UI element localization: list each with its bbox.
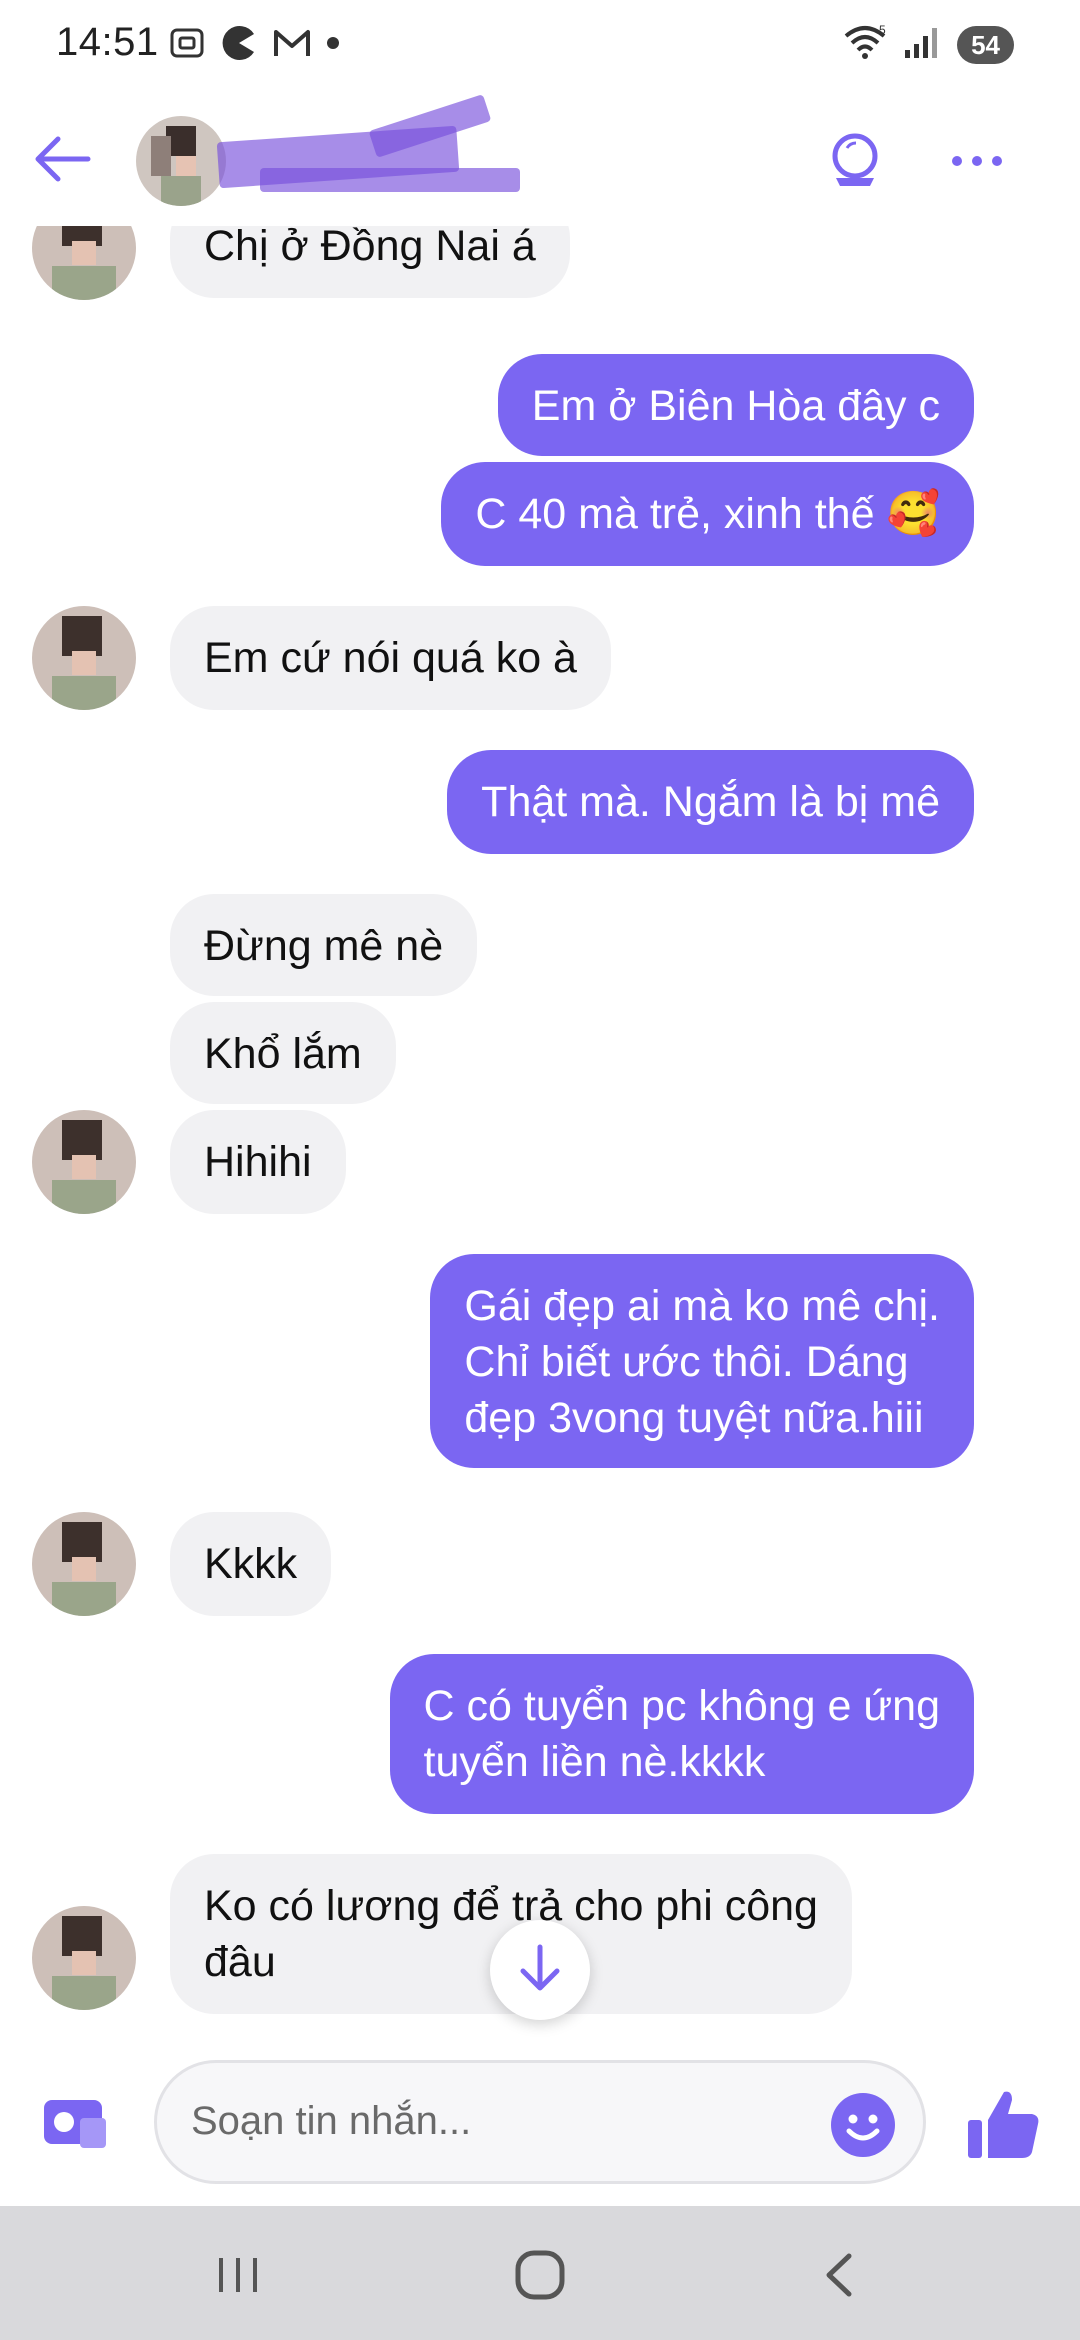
back-arrow-icon[interactable] bbox=[28, 124, 98, 194]
camera-icon[interactable] bbox=[40, 2090, 112, 2154]
more-icon[interactable] bbox=[942, 126, 1012, 196]
message-incoming[interactable]: Hihihi bbox=[170, 1110, 346, 1214]
svg-text:5: 5 bbox=[879, 23, 886, 37]
scroll-to-bottom-button[interactable] bbox=[490, 1920, 590, 2020]
pacman-app-icon bbox=[220, 24, 258, 67]
arrow-down-icon bbox=[513, 1941, 567, 2000]
message-input[interactable]: Soạn tin nhắn... bbox=[154, 2060, 926, 2184]
composer-bar: Soạn tin nhắn... bbox=[0, 2040, 1080, 2200]
message-incoming[interactable]: Kkkk bbox=[170, 1512, 332, 1616]
status-system-icons: 5 54 bbox=[843, 22, 1014, 67]
contact-avatar-small[interactable] bbox=[32, 1906, 136, 2010]
contact-avatar-small[interactable] bbox=[32, 1512, 136, 1616]
status-bar: 14:51 5 54 bbox=[0, 0, 1080, 86]
message-incoming[interactable]: Em cứ nói quá ko à bbox=[170, 606, 611, 710]
message-outgoing[interactable]: C 40 mà trẻ, xinh thế 🥰 bbox=[441, 462, 974, 566]
message-input-placeholder: Soạn tin nhắn... bbox=[191, 2099, 472, 2143]
signal-icon bbox=[901, 22, 945, 67]
message-outgoing[interactable]: Em ở Biên Hòa đây c bbox=[497, 354, 974, 456]
wifi-icon: 5 bbox=[843, 22, 889, 67]
orb-icon[interactable] bbox=[820, 126, 890, 196]
contact-avatar-small[interactable] bbox=[32, 1110, 136, 1214]
contact-avatar-small[interactable] bbox=[32, 226, 136, 300]
status-time: 14:51 bbox=[56, 20, 159, 64]
battery-icon: 54 bbox=[957, 25, 1014, 64]
gmail-icon bbox=[272, 24, 312, 67]
message-incoming[interactable]: Chị ở Đồng Nai á bbox=[170, 226, 570, 298]
emoji-icon[interactable] bbox=[829, 2091, 897, 2159]
system-navigation-bar bbox=[0, 2206, 1080, 2340]
message-incoming[interactable]: Khổ lắm bbox=[170, 1002, 396, 1104]
status-notification-icons bbox=[168, 24, 340, 67]
screenshot-icon bbox=[168, 24, 206, 67]
message-incoming[interactable]: Đừng mê nè bbox=[170, 894, 478, 996]
thumbs-up-icon[interactable] bbox=[964, 2086, 1042, 2162]
chat-header bbox=[0, 94, 1080, 226]
dot-icon bbox=[326, 36, 340, 55]
message-outgoing[interactable]: Thật mà. Ngắm là bị mê bbox=[447, 750, 974, 854]
contact-avatar-small[interactable] bbox=[32, 606, 136, 710]
recents-icon[interactable] bbox=[198, 2240, 278, 2310]
back-icon[interactable] bbox=[800, 2240, 880, 2310]
message-list[interactable]: Chị ở Đồng Nai á Em ở Biên Hòa đây c C 4… bbox=[0, 226, 1080, 2030]
home-icon[interactable] bbox=[500, 2240, 580, 2310]
name-redaction bbox=[260, 168, 520, 192]
message-outgoing[interactable]: C có tuyển pc không e ứng tuyển liền nè.… bbox=[389, 1654, 974, 1814]
contact-avatar[interactable] bbox=[136, 116, 226, 206]
message-outgoing[interactable]: Gái đẹp ai mà ko mê chị. Chỉ biết ước th… bbox=[430, 1254, 974, 1468]
